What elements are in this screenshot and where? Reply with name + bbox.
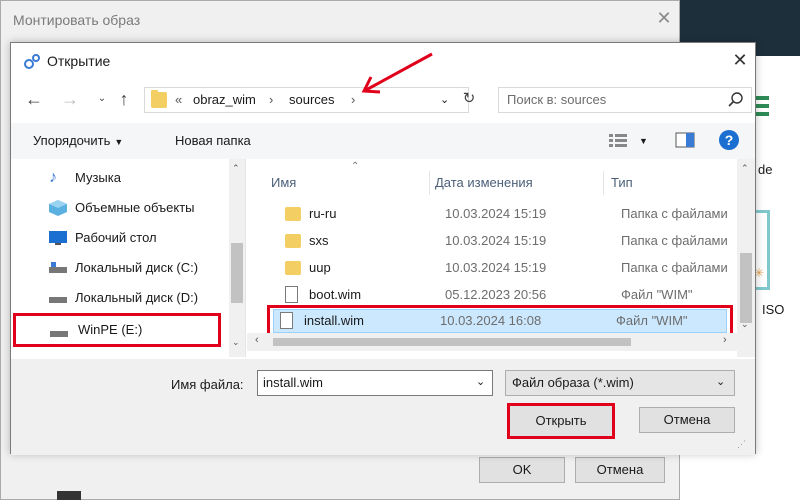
nav-item-drive-d[interactable]: Локальный диск (D:) — [47, 285, 237, 311]
background-menu-icon — [755, 96, 769, 126]
file-row-folder[interactable]: ru-ru 10.03.2024 15:19 Папка с файлами — [273, 201, 737, 227]
breadcrumb-obraz-wim[interactable]: obraz_wim — [193, 92, 256, 107]
mount-cancel-button[interactable]: Отмена — [575, 457, 665, 483]
svg-text:?: ? — [725, 132, 734, 148]
help-icon[interactable]: ? — [719, 130, 739, 150]
file-list-scroll-thumb[interactable] — [740, 253, 752, 323]
forward-arrow-icon[interactable]: → — [59, 87, 81, 111]
cancel-button[interactable]: Отмена — [639, 407, 735, 433]
folder-icon — [151, 90, 167, 108]
address-dropdown-chevron-icon[interactable]: ⌄ — [440, 93, 449, 106]
up-arrow-icon[interactable]: ↑ — [113, 87, 135, 111]
folder-icon — [285, 261, 301, 275]
command-toolbar: Упорядочить ▼ Новая папка ▼ ? — [11, 123, 755, 159]
column-separator[interactable] — [429, 171, 430, 195]
file-icon — [285, 286, 298, 303]
nav-item-desktop[interactable]: Рабочий стол — [47, 225, 237, 251]
search-box[interactable]: Поиск в: sources — [498, 87, 752, 113]
drive-icon — [49, 297, 67, 303]
file-list-hscroll-thumb[interactable] — [273, 338, 631, 346]
music-icon: ♪ — [49, 169, 57, 186]
filetype-select[interactable]: Файл образа (*.wim) ⌄ — [505, 370, 735, 396]
folder-icon — [285, 234, 301, 248]
open-button[interactable]: Открыть — [507, 403, 615, 439]
back-arrow-icon[interactable]: ← — [23, 87, 45, 111]
drive-icon — [50, 331, 68, 337]
column-header-type[interactable]: Тип — [611, 175, 633, 190]
taskbar-fragment — [57, 491, 81, 500]
column-separator[interactable] — [603, 171, 604, 195]
column-header-date[interactable]: Дата изменения — [435, 175, 533, 190]
organize-button[interactable]: Упорядочить ▼ — [33, 133, 123, 148]
resize-grip-icon[interactable]: ⋰ — [737, 439, 746, 450]
open-dialog-title: Открытие — [47, 53, 111, 69]
nav-item-drive-c[interactable]: Локальный диск (C:) — [47, 255, 237, 281]
background-text: ISO — [762, 302, 785, 317]
column-header-name[interactable]: Имя — [271, 175, 296, 190]
mount-dialog-close-icon[interactable]: ✕ — [653, 7, 675, 29]
breadcrumb-separator: › — [351, 92, 356, 107]
file-row-folder[interactable]: sxs 10.03.2024 15:19 Папка с файлами — [273, 228, 737, 254]
desktop-icon — [49, 231, 67, 245]
filename-label: Имя файла: — [171, 377, 244, 392]
filename-dropdown-chevron-icon[interactable]: ⌄ — [476, 375, 485, 388]
open-dialog-gear-icon — [24, 54, 40, 69]
file-row-selected[interactable]: install.wim 10.03.2024 16:08 Файл "WIM" — [273, 309, 727, 333]
mount-dialog-title: Монтировать образ — [13, 12, 141, 28]
file-icon — [280, 312, 293, 329]
background-text: de — [758, 162, 773, 177]
annotation-arrow — [361, 52, 433, 94]
sort-chevron-icon: ⌃ — [351, 161, 360, 172]
breadcrumb-overflow[interactable]: « — [175, 92, 182, 107]
filetype-chevron-icon: ⌄ — [716, 376, 726, 388]
folder-icon — [285, 207, 301, 221]
open-dialog-close-icon[interactable]: ✕ — [729, 49, 751, 71]
filetype-value: Файл образа (*.wim) — [512, 375, 634, 390]
open-file-dialog: Открытие ✕ ← → ⌄ ↑ « obraz_wim › sources… — [10, 42, 756, 455]
file-row-folder[interactable]: uup 10.03.2024 15:19 Папка с файлами — [273, 255, 737, 281]
filename-value: install.wim — [263, 375, 323, 390]
pane-divider[interactable] — [245, 159, 246, 357]
recent-locations-chevron-icon[interactable]: ⌄ — [91, 87, 113, 111]
breadcrumb-separator: › — [269, 92, 274, 107]
refresh-icon[interactable]: ↻ — [458, 87, 480, 111]
nav-pane-scroll-thumb[interactable] — [231, 243, 243, 303]
drive-icon — [49, 262, 67, 273]
nav-item-3d-objects[interactable]: Объемные объекты — [47, 195, 237, 221]
search-icon[interactable] — [727, 91, 745, 109]
search-placeholder: Поиск в: sources — [507, 92, 607, 107]
filename-input[interactable]: install.wim ⌄ — [257, 370, 493, 396]
view-options-icon[interactable] — [609, 133, 627, 149]
mount-ok-button[interactable]: OK — [479, 457, 565, 483]
nav-item-music[interactable]: ♪ Музыка — [47, 165, 237, 191]
preview-pane-icon[interactable] — [675, 132, 695, 148]
breadcrumb-sources[interactable]: sources — [289, 92, 335, 107]
nav-item-winpe-drive[interactable]: WinPE (E:) — [13, 313, 221, 347]
new-folder-button[interactable]: Новая папка — [175, 133, 251, 148]
3d-objects-icon — [49, 200, 67, 216]
view-dropdown-arrow-icon[interactable]: ▼ — [639, 136, 648, 146]
